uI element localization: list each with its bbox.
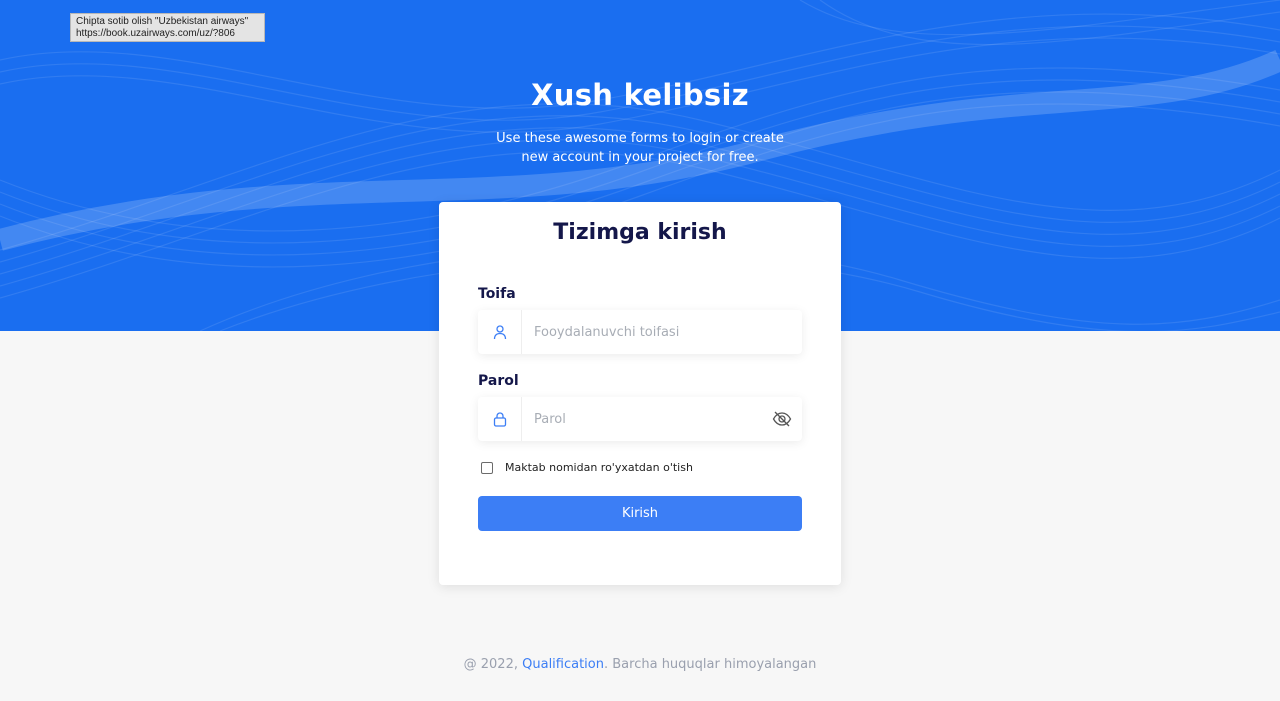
footer-link[interactable]: Qualification xyxy=(522,657,604,672)
tooltip-title: Chipta sotib olish "Uzbekistan airways" xyxy=(76,16,249,27)
footer-copyright: @ 2022, xyxy=(463,657,518,672)
password-field xyxy=(478,397,802,441)
user-icon xyxy=(478,310,522,354)
login-button[interactable]: Kirish xyxy=(478,496,802,531)
school-register-option: Maktab nomidan ro'yxatdan o'tish xyxy=(481,461,693,474)
footer-rights: . Barcha huquqlar himoyalangan xyxy=(604,657,817,672)
footer: @ 2022, Qualification. Barcha huquqlar h… xyxy=(0,657,1280,672)
password-input[interactable] xyxy=(522,397,762,441)
password-label: Parol xyxy=(478,373,519,389)
page-title: Xush kelibsiz xyxy=(531,78,749,112)
school-register-label: Maktab nomidan ro'yxatdan o'tish xyxy=(505,461,693,474)
category-label: Toifa xyxy=(478,286,516,302)
lock-icon xyxy=(478,397,522,441)
login-title: Tizimga kirish xyxy=(553,220,727,245)
category-input[interactable] xyxy=(522,310,802,354)
school-register-checkbox[interactable] xyxy=(481,461,493,474)
category-field xyxy=(478,310,802,354)
login-card: Tizimga kirish Toifa Parol xyxy=(439,202,841,585)
link-tooltip: Chipta sotib olish "Uzbekistan airways" … xyxy=(70,13,265,42)
eye-off-icon[interactable] xyxy=(762,397,802,441)
tooltip-url: https://book.uzairways.com/uz/?806 xyxy=(76,28,235,39)
page-subtitle: Use these awesome forms to login or crea… xyxy=(496,131,784,165)
